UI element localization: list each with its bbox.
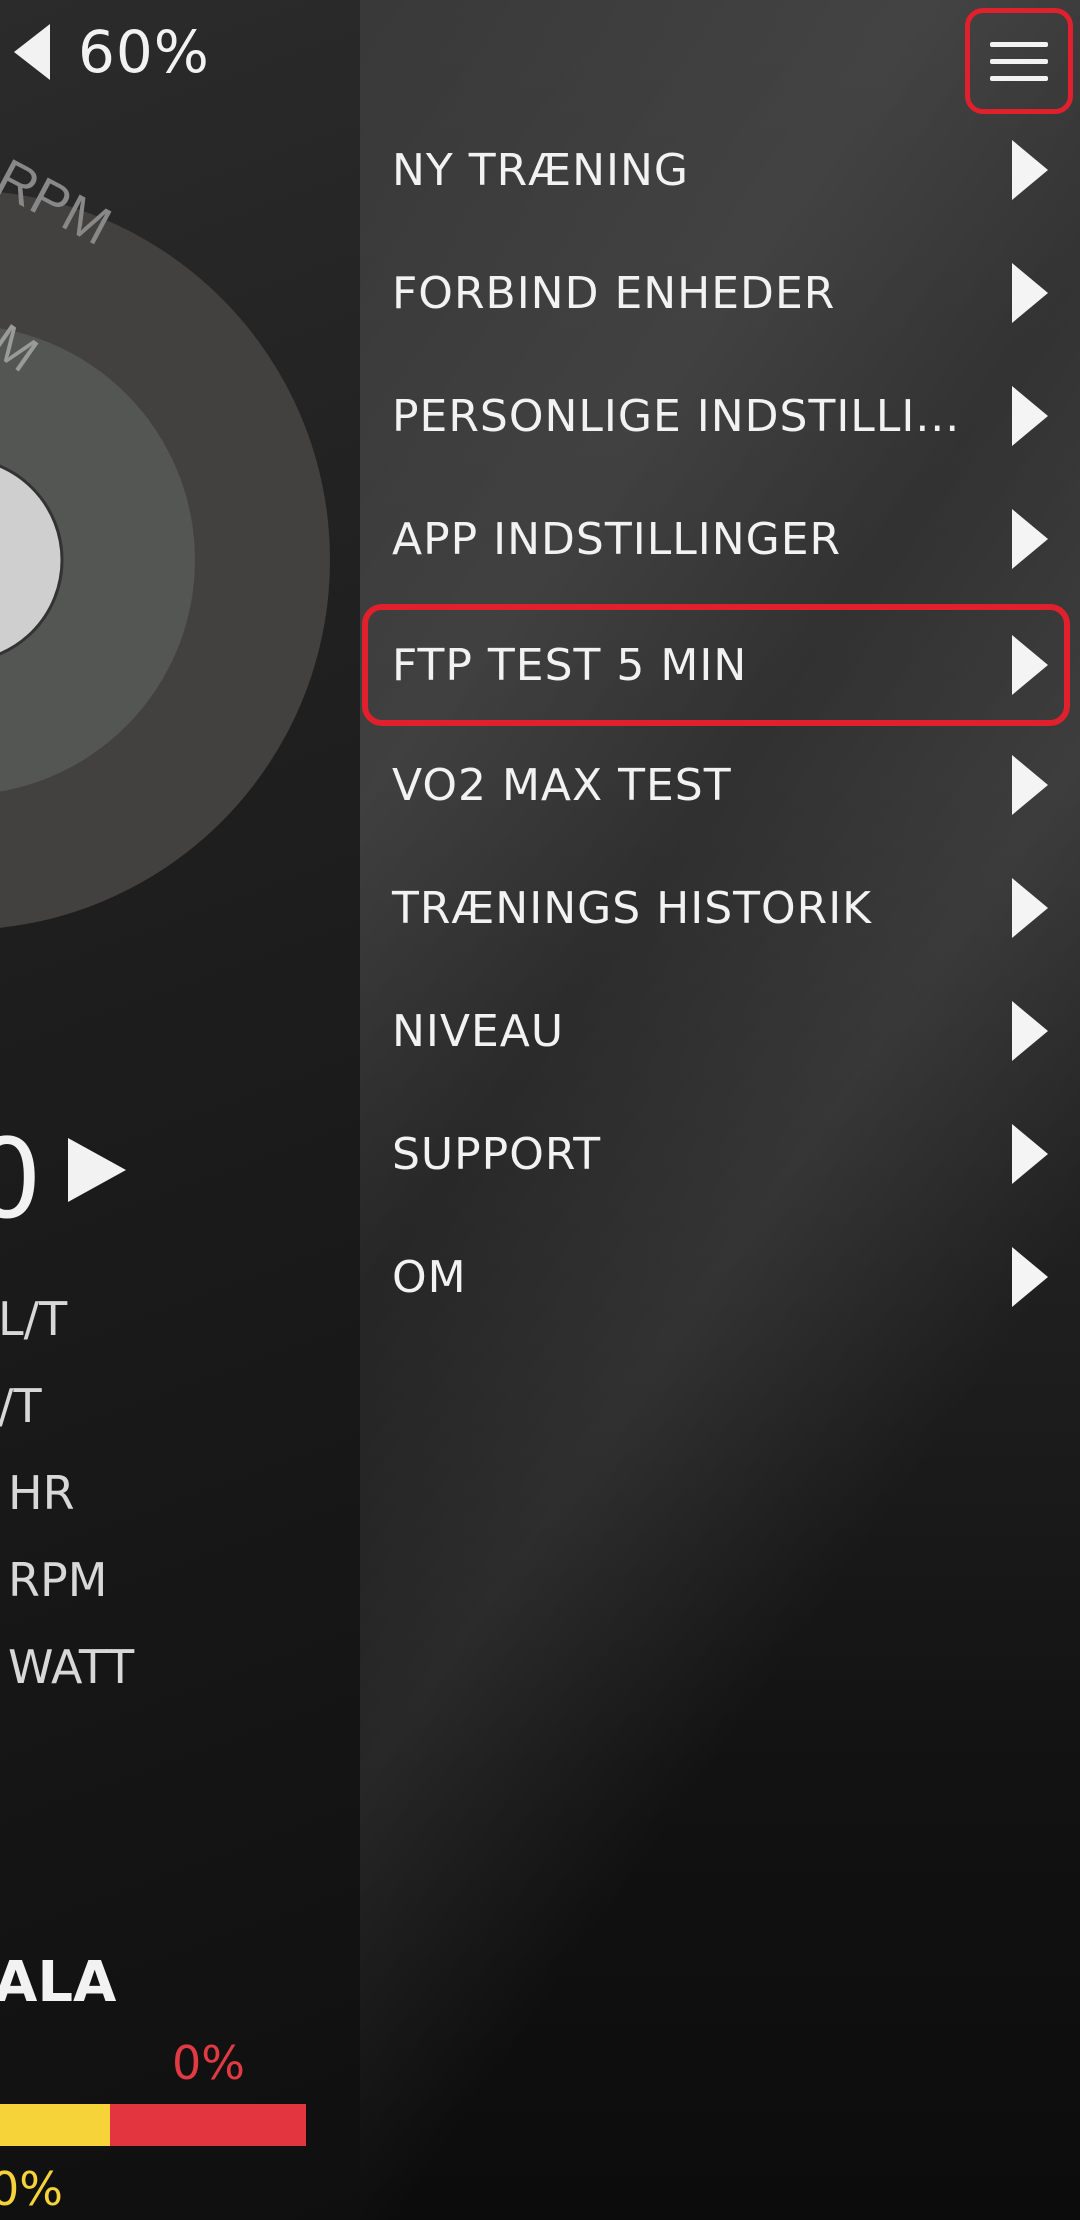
chevron-right-icon — [1012, 1247, 1048, 1307]
menu-item-app-indstillinger[interactable]: APP INDSTILLINGER — [362, 484, 1070, 594]
stat-label: L/T — [0, 1292, 68, 1346]
menu-item-label: NY TRÆNING — [392, 144, 689, 196]
chevron-right-icon — [1012, 386, 1048, 446]
menu-item-support[interactable]: SUPPORT — [362, 1099, 1070, 1209]
chevron-right-icon — [1012, 635, 1048, 695]
menu-item-forbind-enheder[interactable]: FORBIND ENHEDER — [362, 238, 1070, 348]
menu-item-label: FORBIND ENHEDER — [392, 267, 836, 319]
menu-item-label: FTP TEST 5 MIN — [392, 639, 748, 691]
back-arrow-icon[interactable] — [14, 24, 50, 80]
stat-label: HR — [8, 1466, 75, 1520]
menu-item-om[interactable]: OM — [362, 1222, 1070, 1332]
chevron-right-icon — [1012, 140, 1048, 200]
scale-bar-yellow-segment — [0, 2104, 110, 2146]
menu-item-vo2-max-test[interactable]: VO2 MAX TEST — [362, 730, 1070, 840]
chevron-right-icon — [1012, 509, 1048, 569]
big-metric-value: 0 — [0, 1115, 42, 1243]
menu-item-ny-traening[interactable]: NY TRÆNING — [362, 115, 1070, 225]
gauge-dial: RPM M — [0, 148, 330, 928]
chevron-right-icon — [1012, 1124, 1048, 1184]
chevron-right-icon — [1012, 1001, 1048, 1061]
menu-item-personlige-indstillinger[interactable]: PERSONLIGE INDSTILLI... — [362, 361, 1070, 471]
scale-bottom-percent: 0% — [0, 2162, 63, 2216]
scale-bar — [0, 2104, 306, 2146]
menu-item-label: PERSONLIGE INDSTILLI... — [392, 390, 961, 442]
menu-item-niveau[interactable]: NIVEAU — [362, 976, 1070, 1086]
percentage-readout: 60% — [78, 18, 210, 86]
chevron-right-icon — [1012, 755, 1048, 815]
chevron-right-icon — [1012, 263, 1048, 323]
stat-label: WATT — [8, 1640, 135, 1694]
chevron-right-icon — [1012, 878, 1048, 938]
play-icon[interactable] — [68, 1138, 126, 1202]
stat-label: /T — [0, 1379, 42, 1433]
menu-item-ftp-test[interactable]: FTP TEST 5 MIN — [362, 604, 1070, 726]
stat-label: RPM — [8, 1553, 108, 1607]
top-left-bar: 60% — [14, 18, 210, 86]
menu-item-traenings-historik[interactable]: TRÆNINGS HISTORIK — [362, 853, 1070, 963]
menu-item-label: APP INDSTILLINGER — [392, 513, 842, 565]
background-dashboard: RPM M 60% 0 L/T /T HR RPM WATT ALA 0% 0% — [0, 0, 360, 2220]
menu-item-label: SUPPORT — [392, 1128, 602, 1180]
hamburger-icon — [990, 41, 1048, 47]
scale-percent: 0% — [172, 2036, 245, 2090]
menu-toggle-button[interactable] — [965, 8, 1073, 114]
scale-title: ALA — [0, 1950, 117, 2015]
menu-item-label: TRÆNINGS HISTORIK — [392, 882, 873, 934]
menu-item-label: NIVEAU — [392, 1005, 565, 1057]
menu-item-label: VO2 MAX TEST — [392, 759, 732, 811]
menu-item-label: OM — [392, 1251, 467, 1303]
